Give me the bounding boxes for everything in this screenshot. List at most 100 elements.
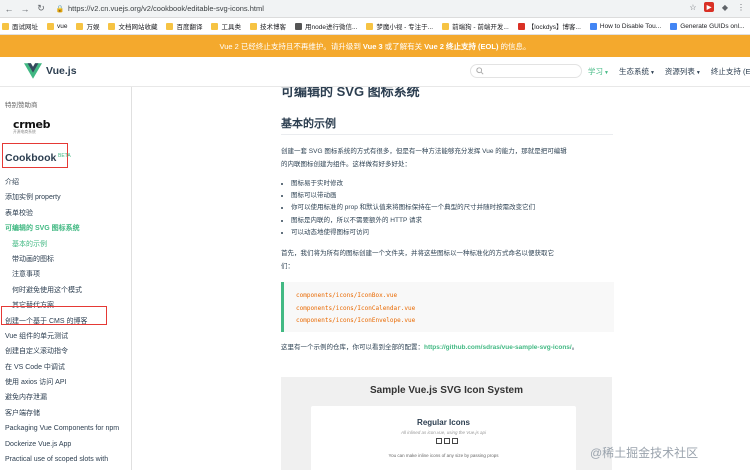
- folder-icon: [47, 22, 54, 30]
- bookmark-item[interactable]: 技术博客: [249, 21, 286, 31]
- logo-text: Vue.js: [46, 65, 77, 77]
- favicon-icon: [517, 22, 525, 30]
- site-logo[interactable]: Vue.js: [24, 63, 77, 79]
- bookmark-label: 【lockdys】博客...: [527, 24, 581, 31]
- sidebar-item[interactable]: 表单校验: [0, 206, 131, 221]
- folder-icon: [108, 22, 116, 30]
- list-item: 你可以使用标准的 prop 和默认值来将图标保持在一个典型的尺寸并随时按需改变它…: [291, 202, 535, 214]
- nav-ecosystem[interactable]: 生态系统▼: [619, 66, 655, 77]
- bookmark-item[interactable]: 工具类: [211, 21, 241, 31]
- folder-icon: [366, 22, 374, 30]
- folder-icon: [166, 22, 174, 30]
- search-icon: [476, 67, 484, 75]
- reload-icon[interactable]: ↻: [34, 2, 48, 16]
- sidebar-subitem[interactable]: 带动画的图标: [0, 252, 131, 267]
- demo-card-sub: All inlined as icon.vue, using the Vue.j…: [401, 430, 486, 435]
- envelope-icon: [444, 438, 450, 444]
- demo-card: Regular Icons All inlined as icon.vue, u…: [311, 406, 576, 470]
- code-line: components/icons/IconBox.vue: [296, 292, 398, 299]
- chevron-down-icon: ▼: [649, 70, 655, 76]
- benefits-list: 图标易于实时修改图标可以带动画你可以使用标准的 prop 和默认值来将图标保持在…: [291, 178, 535, 239]
- repo-paragraph: 这里有一个示例的仓库，你可以看到全部的配置：https://github.com…: [281, 344, 579, 351]
- site-header: Vue.js 学习▼ 生态系统▼ 资源列表▼ 终止支持 (EOL): [0, 57, 750, 87]
- sidebar-item[interactable]: 创建自定义滚动指令: [0, 344, 131, 359]
- intro-paragraph: 创建一套 SVG 图标系统的方式有很多，但是有一种方法能够充分发挥 Vue 的能…: [281, 148, 567, 168]
- bookmark-item[interactable]: 用node进行微信...: [294, 21, 357, 31]
- box-icon: [436, 438, 442, 444]
- bookmark-item[interactable]: 万娱: [76, 21, 99, 31]
- banner-link-eol[interactable]: Vue 2 终止支持 (EOL): [424, 41, 498, 52]
- sidebar-item[interactable]: 可编辑的 SVG 图标系统: [0, 221, 131, 236]
- nav-learn[interactable]: 学习▼: [588, 66, 609, 77]
- sidebar-subitem[interactable]: 何时避免使用这个模式: [0, 283, 131, 298]
- bookmark-item[interactable]: vue: [47, 22, 68, 30]
- demo-icons: [436, 438, 458, 444]
- sidebar-item[interactable]: 使用 axios 访问 API: [0, 375, 131, 390]
- bookmark-label: How to Disable Tou...: [599, 22, 662, 30]
- list-item: 图标可以带动画: [291, 190, 535, 202]
- code-line: components/icons/IconCalendar.vue: [296, 304, 416, 312]
- bookmark-item[interactable]: Generate GUIDs onl...: [670, 22, 745, 30]
- url-text[interactable]: https://v2.cn.vuejs.org/v2/cookbook/edit…: [68, 4, 264, 13]
- eol-banner: Vue 2 已经终止支持且不再维护。请升级到 Vue 3 或了解有关 Vue 2…: [0, 35, 750, 57]
- url-field[interactable]: 🔒 https://v2.cn.vuejs.org/v2/cookbook/ed…: [56, 2, 656, 15]
- heading-divider: [281, 134, 613, 135]
- chevron-down-icon: ▼: [604, 70, 609, 76]
- bookmark-label: 万娱: [86, 24, 100, 31]
- sidebar-item[interactable]: Packaging Vue Components for npm: [0, 421, 131, 436]
- repo-link[interactable]: https://github.com/sdras/vue-sample-svg-…: [424, 344, 572, 351]
- bookmark-item[interactable]: 前端狗 - 前端开发...: [442, 21, 509, 31]
- folder-icon: [211, 22, 219, 30]
- sidebar-item[interactable]: 避免内存泄漏: [0, 390, 131, 405]
- bookmark-label: 技术博客: [259, 24, 286, 31]
- sidebar-item[interactable]: Dockerize Vue.js App: [0, 437, 131, 452]
- sidebar-item[interactable]: Vue 组件的单元测试: [0, 329, 131, 344]
- folder-icon: [2, 22, 9, 30]
- nav-resources[interactable]: 资源列表▼: [665, 66, 701, 77]
- bookmark-item[interactable]: 梦魔小视 - 专注于...: [366, 21, 433, 31]
- bookmark-label: vue: [57, 22, 68, 30]
- forward-icon[interactable]: →: [18, 2, 32, 16]
- sidebar-subitem[interactable]: 注意事项: [0, 267, 131, 282]
- sponsor-logo[interactable]: crmeb 开源电商系统: [13, 118, 63, 140]
- demo-card-text: You can make inline icons of any size by…: [388, 453, 499, 458]
- top-nav: 学习▼ 生态系统▼ 资源列表▼ 终止支持 (EOL): [588, 66, 750, 77]
- bookmark-item[interactable]: 文档网站收藏: [108, 21, 157, 31]
- back-icon[interactable]: ←: [2, 2, 16, 16]
- demo-card-title: Regular Icons: [417, 418, 470, 427]
- main-content: 可编辑的 SVG 图标系统 基本的示例 创建一套 SVG 图标系统的方式有很多，…: [133, 87, 750, 470]
- banner-prefix: Vue 2 已经终止支持且不再维护。请升级到: [219, 41, 361, 51]
- chevron-down-icon: ▼: [695, 70, 701, 76]
- sidebar-item[interactable]: 客户端存储: [0, 406, 131, 421]
- demo-image: Sample Vue.js SVG Icon System Regular Ic…: [281, 377, 612, 470]
- more-icon[interactable]: ⋮: [736, 2, 746, 12]
- sidebar-item[interactable]: Practical use of scoped slots with: [0, 452, 131, 467]
- star-icon[interactable]: ☆: [688, 2, 698, 12]
- bookmark-item[interactable]: 面试网址: [2, 21, 38, 31]
- browser-address-bar: ← → ↻ 🔒 https://v2.cn.vuejs.org/v2/cookb…: [0, 0, 750, 18]
- favicon-icon: [294, 22, 302, 30]
- sidebar: 特别赞助商 crmeb 开源电商系统 Cookbook BETA 介绍 添加实例 …: [0, 87, 132, 470]
- bookmark-item[interactable]: 百度翻译: [166, 21, 202, 31]
- bookmarks-bar: 面试网址 vue 万娱 文档网站收藏 百度翻译 工具类 技术博客 用node进行微信... 梦魔…: [0, 18, 750, 35]
- bookmark-item[interactable]: How to Disable Tou...: [589, 22, 662, 30]
- sidebar-item[interactable]: 添加实例 property: [0, 190, 131, 205]
- bookmark-item[interactable]: 【lockdys】博客...: [517, 21, 581, 31]
- sidebar-item[interactable]: 介绍: [0, 175, 131, 190]
- sidebar-subitem[interactable]: 基本的示例: [0, 237, 131, 252]
- sidebar-item[interactable]: 在 VS Code 中调试: [0, 360, 131, 375]
- search-input[interactable]: [470, 64, 582, 78]
- step-paragraph: 首先，我们将为所有的图标创建一个文件夹，并将这些图标以一种标准化的方式命名以便获…: [281, 250, 554, 270]
- bookmark-label: Generate GUIDs onl...: [680, 22, 745, 30]
- puzzle-icon[interactable]: ◆: [720, 2, 730, 12]
- folder-icon: [442, 22, 450, 30]
- banner-middle: 或了解有关: [384, 41, 423, 51]
- list-item: 可以动态地使得图标可访问: [291, 227, 535, 239]
- list-item: 图标易于实时修改: [291, 178, 535, 190]
- beta-badge: BETA: [58, 153, 71, 159]
- banner-link-vue3[interactable]: Vue 3: [363, 42, 383, 51]
- cookbook-title: Cookbook: [5, 152, 57, 164]
- nav-eol[interactable]: 终止支持 (EOL): [711, 66, 750, 77]
- extension-icon[interactable]: ▶: [704, 2, 714, 12]
- section-heading: 基本的示例: [281, 118, 336, 130]
